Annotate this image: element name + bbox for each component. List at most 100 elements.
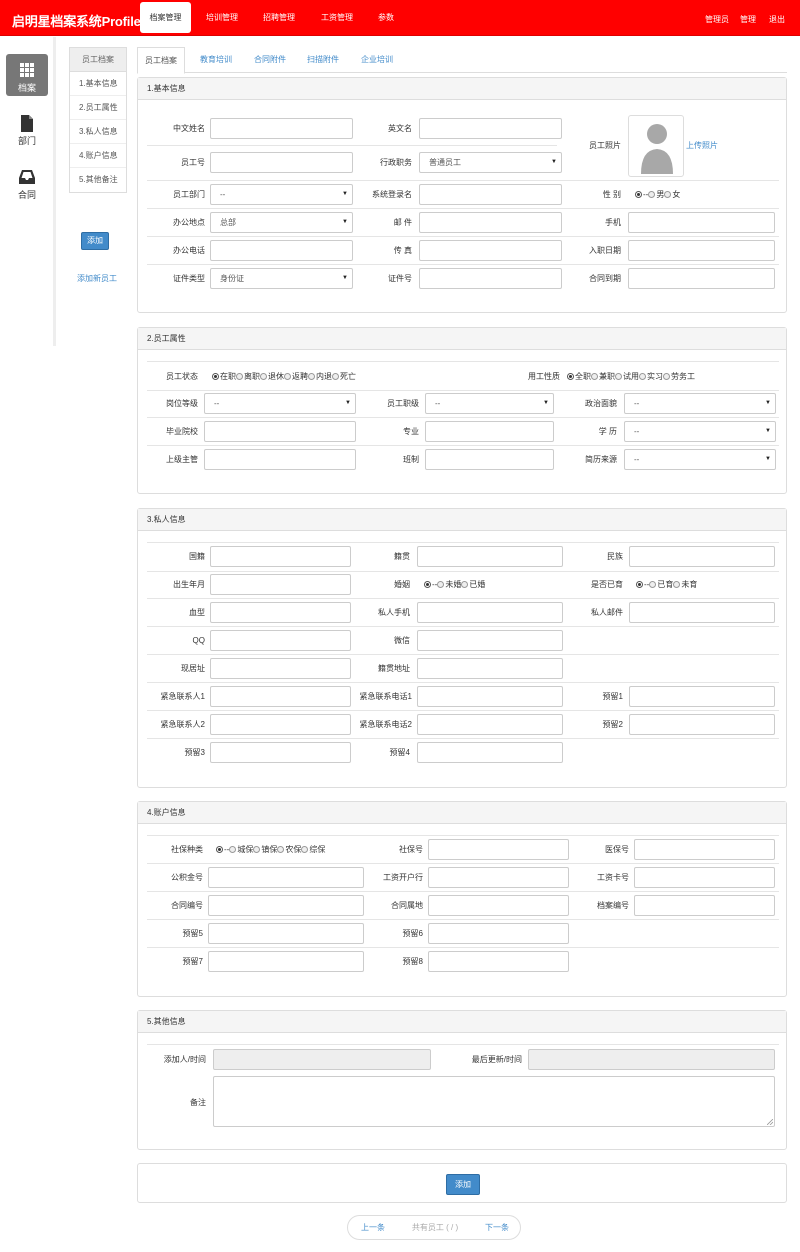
- birth-input[interactable]: [210, 574, 351, 595]
- childbirth-radio[interactable]: [636, 581, 643, 588]
- qq-input[interactable]: [210, 630, 351, 651]
- emp-type-radio[interactable]: [663, 373, 670, 380]
- fax-input[interactable]: [419, 240, 562, 261]
- nationality-input[interactable]: [210, 546, 351, 567]
- topnav-training[interactable]: 培训管理: [197, 2, 247, 33]
- next-record-link[interactable]: 下一条: [472, 1216, 522, 1239]
- major-input[interactable]: [425, 421, 554, 442]
- status-radio[interactable]: [212, 373, 219, 380]
- photo-placeholder[interactable]: [628, 115, 684, 177]
- upload-photo-link[interactable]: 上传照片: [686, 140, 718, 151]
- tab-employee-archive[interactable]: 员工档案: [137, 47, 185, 74]
- ss-type-radio[interactable]: [216, 846, 223, 853]
- office-select[interactable]: 总部: [210, 212, 353, 233]
- topnav-archive[interactable]: 档案管理: [140, 2, 191, 33]
- private-mobile-input[interactable]: [417, 602, 563, 623]
- cn-name-input[interactable]: [210, 118, 353, 139]
- fund-input[interactable]: [208, 867, 364, 888]
- ss-type-radio[interactable]: [277, 846, 285, 853]
- email-input[interactable]: [419, 212, 562, 233]
- join-date-input[interactable]: [628, 240, 775, 261]
- topnav-recruit[interactable]: 招聘管理: [254, 2, 304, 33]
- emp-type-radio[interactable]: [639, 373, 646, 380]
- topnav-params[interactable]: 参数: [370, 2, 402, 33]
- medical-input[interactable]: [634, 839, 775, 860]
- class-input[interactable]: [425, 449, 554, 470]
- topnav-salary[interactable]: 工资管理: [312, 2, 362, 33]
- emp-type-radio[interactable]: [615, 373, 622, 380]
- contract-no-input[interactable]: [208, 895, 364, 916]
- status-radio[interactable]: [284, 373, 291, 380]
- remark-textarea[interactable]: [213, 1076, 775, 1127]
- id-no-input[interactable]: [419, 268, 562, 289]
- prev-record-link[interactable]: 上一条: [348, 1216, 398, 1239]
- section-nav-private[interactable]: 3.私人信息: [70, 120, 126, 144]
- address-input[interactable]: [210, 658, 351, 679]
- reserve7-input[interactable]: [208, 951, 364, 972]
- ss-type-radio[interactable]: [301, 846, 309, 853]
- blood-input[interactable]: [210, 602, 351, 623]
- ss-type-radio[interactable]: [253, 846, 261, 853]
- section-nav-basic[interactable]: 1.基本信息: [70, 72, 126, 96]
- section-nav-attrs[interactable]: 2.员工属性: [70, 96, 126, 120]
- ss-no-input[interactable]: [428, 839, 569, 860]
- emp-type-radio[interactable]: [591, 373, 598, 380]
- native-addr-input[interactable]: [417, 658, 563, 679]
- native-input[interactable]: [417, 546, 563, 567]
- logout-link[interactable]: 退出: [769, 14, 785, 25]
- reserve4-input[interactable]: [417, 742, 563, 763]
- en-name-input[interactable]: [419, 118, 562, 139]
- reserve8-input[interactable]: [428, 951, 569, 972]
- emp-type-radio[interactable]: [567, 373, 574, 380]
- school-input[interactable]: [204, 421, 356, 442]
- contact2-input[interactable]: [210, 714, 351, 735]
- admin-link[interactable]: 管理员: [705, 14, 729, 25]
- ethnic-input[interactable]: [629, 546, 775, 567]
- side-add-button[interactable]: 添加: [81, 232, 109, 250]
- contact1-input[interactable]: [210, 686, 351, 707]
- archive-no-input[interactable]: [634, 895, 775, 916]
- leftnav-contract[interactable]: 合同: [6, 161, 48, 203]
- id-type-select[interactable]: 身份证: [210, 268, 353, 289]
- salary-card-input[interactable]: [634, 867, 775, 888]
- childbirth-radio[interactable]: [673, 581, 681, 588]
- gender-radio[interactable]: [664, 191, 672, 198]
- marital-radio[interactable]: [461, 581, 469, 588]
- reserve5-input[interactable]: [208, 923, 364, 944]
- mobile-input[interactable]: [628, 212, 775, 233]
- private-email-input[interactable]: [629, 602, 775, 623]
- manage-link[interactable]: 管理: [740, 14, 756, 25]
- status-radio[interactable]: [260, 373, 267, 380]
- submit-add-button[interactable]: 添加: [446, 1174, 480, 1195]
- ss-type-radio[interactable]: [229, 846, 237, 853]
- reserve1-input[interactable]: [629, 686, 775, 707]
- leftnav-dept[interactable]: 部门: [6, 107, 48, 149]
- education-select[interactable]: --: [624, 421, 776, 442]
- section-nav-other[interactable]: 5.其他备注: [70, 168, 126, 192]
- admin-role-select[interactable]: 普通员工: [419, 152, 562, 173]
- reserve6-input[interactable]: [428, 923, 569, 944]
- reserve2-input[interactable]: [629, 714, 775, 735]
- wechat-input[interactable]: [417, 630, 563, 651]
- marital-radio[interactable]: [424, 581, 431, 588]
- bank-input[interactable]: [428, 867, 569, 888]
- childbirth-radio[interactable]: [649, 581, 657, 588]
- dept-select[interactable]: --: [210, 184, 353, 205]
- contract-due-input[interactable]: [628, 268, 775, 289]
- contact-tel1-input[interactable]: [417, 686, 563, 707]
- resume-source-select[interactable]: --: [624, 449, 776, 470]
- supervisor-input[interactable]: [204, 449, 356, 470]
- rank-select[interactable]: --: [425, 393, 554, 414]
- office-tel-input[interactable]: [210, 240, 353, 261]
- status-radio[interactable]: [236, 373, 243, 380]
- reserve3-input[interactable]: [210, 742, 351, 763]
- gender-radio[interactable]: [635, 191, 642, 198]
- post-level-select[interactable]: --: [204, 393, 356, 414]
- emp-no-input[interactable]: [210, 152, 353, 173]
- section-nav-account[interactable]: 4.账户信息: [70, 144, 126, 168]
- leftnav-archive[interactable]: 档案: [6, 54, 48, 96]
- tab-corp-training[interactable]: 企业培训: [354, 47, 400, 73]
- status-radio[interactable]: [308, 373, 315, 380]
- marital-radio[interactable]: [437, 581, 445, 588]
- tab-scan-attach[interactable]: 扫描附件: [300, 47, 346, 73]
